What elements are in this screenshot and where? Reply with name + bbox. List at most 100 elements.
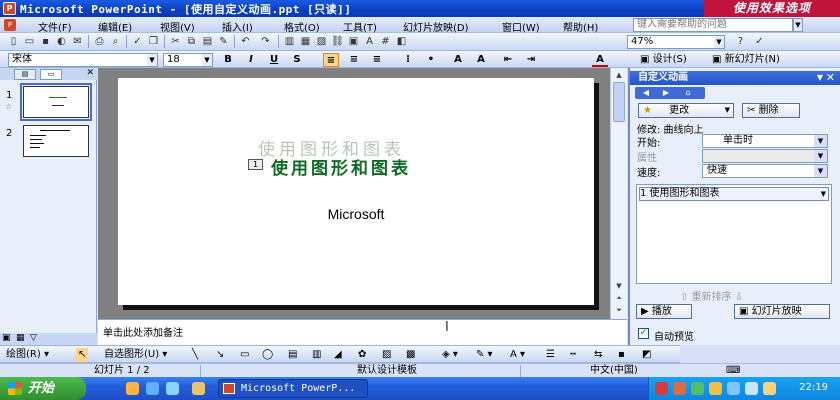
picture-icon[interactable]: ▩ [406,348,415,362]
menu-window[interactable]: 窗口(W) [502,19,540,34]
menu-format[interactable]: 格式(O) [284,19,320,34]
dash-style-icon[interactable]: ┅ [570,348,576,362]
notes-placeholder[interactable]: 单击此处添加备注 [103,324,183,339]
shadow-style-icon[interactable]: ▪ [618,348,625,362]
menu-insert[interactable]: 插入(I) [222,19,253,34]
powerpoint-task-button[interactable]: Microsoft PowerP... [218,379,368,398]
notes-pane[interactable]: 单击此处添加备注 I [98,319,627,345]
sorter-view-icon[interactable]: ▦ [16,333,25,343]
diagram-icon[interactable]: ✿ [358,348,366,362]
menu-file[interactable]: 文件(F) [38,19,72,34]
fill-color-icon[interactable]: ◈ ▾ [442,348,458,362]
next-slide-icon[interactable]: ⏷ [613,304,625,316]
vertical-scrollbar[interactable]: ▲ ▼ ⏶ ⏷ [610,68,627,319]
permission-icon[interactable]: ◐ [54,35,69,49]
cut-icon[interactable]: ✂ [168,35,183,49]
table-icon[interactable]: ▦ [298,35,313,49]
scroll-up-icon[interactable]: ▲ [613,69,625,81]
quicklaunch-ie-icon[interactable] [146,382,159,395]
bullets-icon[interactable]: • [423,53,439,67]
3d-style-icon[interactable]: ◩ [642,348,651,362]
align-right-icon[interactable]: ≡ [369,53,385,67]
outline-tab[interactable]: ▤ [14,69,36,80]
menu-view[interactable]: 视图(V) [160,19,195,34]
slide-thumbnail-2[interactable] [23,125,89,157]
italic-button[interactable]: I [243,53,259,67]
vertical-textbox-icon[interactable]: ▥ [312,348,321,362]
redo-icon[interactable]: ↷ [258,35,273,49]
design-button[interactable]: ▣ 设计(S) [640,53,687,67]
previous-slide-icon[interactable]: ⏶ [613,292,625,304]
print-icon[interactable]: ⎙ [92,35,107,49]
start-select[interactable]: 单击时 ▼ [702,134,828,148]
research-icon[interactable]: ❐ [146,35,161,49]
slideshow-view-icon[interactable]: ▽ [30,333,37,343]
decrease-font-icon[interactable]: A [473,53,489,67]
paste-icon[interactable]: ▤ [200,35,215,49]
underline-button[interactable]: U [266,53,282,67]
menu-tools[interactable]: 工具(T) [343,19,377,34]
open-icon[interactable]: ▭ [22,35,37,49]
format-painter-icon[interactable]: ✎ [216,35,231,49]
numbering-icon[interactable]: ⁝ [400,53,416,67]
wordart-icon[interactable]: ◢ [334,348,342,362]
expand-icon[interactable]: ▣ [346,35,361,49]
autopreview-checkbox[interactable]: ✓ [638,328,649,339]
speed-select[interactable]: 快速 ▼ [702,164,828,178]
increase-font-icon[interactable]: A [450,53,466,67]
menu-edit[interactable]: 编辑(E) [98,19,132,34]
tray-input-icon[interactable] [745,382,758,395]
remove-button[interactable]: ✂ 删除 [742,103,800,118]
spelling-icon[interactable]: ✓ [130,35,145,49]
tray-security-icon[interactable] [655,382,668,395]
grid-icon[interactable]: # [378,35,393,49]
tray-volume-icon[interactable] [727,382,740,395]
normal-view-icon[interactable]: ▣ [2,333,11,343]
forward-icon[interactable]: ▶ [659,87,673,99]
line-color-icon[interactable]: ✎ ▾ [476,348,493,362]
slide-thumbnail-1[interactable] [20,83,92,121]
tray-update-icon[interactable] [763,382,776,395]
align-left-icon[interactable]: ≡ [323,53,339,67]
new-icon[interactable]: ▯ [6,35,21,49]
autoshapes-button[interactable]: 自选图形(U) ▾ [104,348,167,362]
increase-indent-icon[interactable]: ⇥ [523,53,539,67]
textbox-icon[interactable]: ▤ [288,348,297,362]
quicklaunch-desktop-icon[interactable] [166,382,179,395]
slideshow-button[interactable]: ▣ 幻灯片放映 [734,304,830,319]
animation-list[interactable]: 1 使用图形和图表 ▼ [636,184,832,284]
start-button[interactable]: 开始 [0,377,86,400]
show-formatting-icon[interactable]: A [362,35,377,49]
animation-list-item[interactable]: 1 使用图形和图表 ▼ [639,187,829,201]
tray-network-icon[interactable] [691,382,704,395]
scroll-down-icon[interactable]: ▼ [613,280,625,292]
tray-antivirus-icon[interactable] [673,382,686,395]
quicklaunch-browser-icon[interactable] [126,382,139,395]
font-color-draw-icon[interactable]: A ▾ [510,348,525,362]
help-search-input[interactable]: 键入需要帮助的问题 [633,18,793,32]
scroll-thumb[interactable] [613,82,625,122]
slides-tab[interactable]: ▭ [40,69,62,80]
slide-subtitle[interactable]: Microsoft [118,206,594,222]
help-icon[interactable]: ? [733,35,748,49]
play-button[interactable]: ▶ 播放 [636,304,692,319]
slide-title[interactable]: 使用图形和图表 [271,154,411,179]
animation-order-tag[interactable]: 1 [248,159,263,170]
bold-button[interactable]: B [220,53,236,67]
line-style-icon[interactable]: ☰ [546,348,555,362]
text-direction-icon[interactable]: ✓ [752,35,767,49]
close-pane-icon[interactable]: ✕ [86,68,94,78]
hyperlink-icon[interactable]: ⛓ [330,35,345,49]
select-objects-icon[interactable]: ↖ [76,348,89,362]
quicklaunch-folder-icon[interactable] [192,382,205,395]
font-select[interactable]: 宋体 ▼ [8,53,158,67]
color-grayscale-icon[interactable]: ◧ [394,35,409,49]
task-pane-close-icon[interactable]: ✕ [826,71,835,85]
decrease-indent-icon[interactable]: ⇤ [500,53,516,67]
save-icon[interactable]: ▪ [38,35,53,49]
chart-icon[interactable]: ▥ [282,35,297,49]
document-menu-icon[interactable]: P [4,19,16,31]
oval-icon[interactable]: ◯ [262,348,273,362]
print-preview-icon[interactable]: ⌕ [108,35,123,49]
menu-help[interactable]: 帮助(H) [563,19,598,34]
